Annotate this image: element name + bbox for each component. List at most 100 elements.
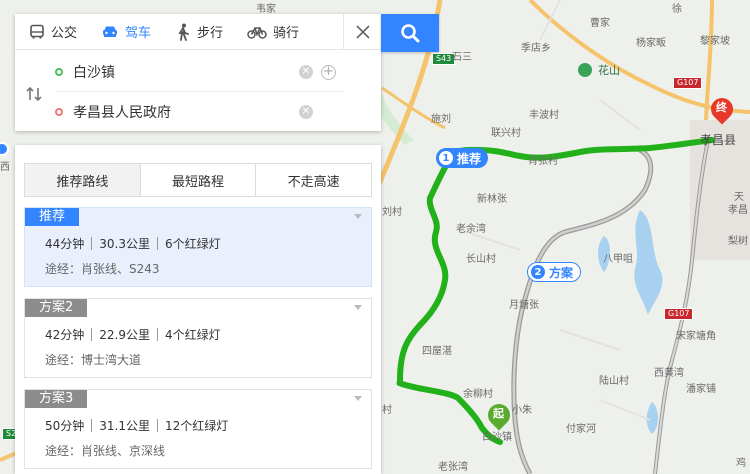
tab-bus[interactable]: 公交 <box>15 14 87 50</box>
bus-icon <box>30 24 44 38</box>
place-label: 刘村 <box>382 207 402 218</box>
plan-distance: 31.1公里 <box>99 419 151 433</box>
car-icon <box>103 26 118 37</box>
chevron-down-icon[interactable] <box>354 305 362 310</box>
place-label: 季店乡 <box>521 43 551 54</box>
place-label: 施刘 <box>431 114 451 125</box>
plan-traffic-lights: 4个红绿灯 <box>165 328 221 342</box>
end-marker-label: 终 <box>716 101 727 114</box>
end-input[interactable]: 孝昌县人民政府 <box>73 102 171 122</box>
start-input[interactable]: 白沙镇 <box>73 62 115 82</box>
place-label: 杨家畈 <box>636 38 666 49</box>
poi-label[interactable]: 花山 <box>598 65 620 77</box>
place-label: 梨树 <box>728 236 748 247</box>
plan-time: 42分钟 <box>45 328 85 342</box>
swap-icon <box>26 86 42 102</box>
plan-time: 50分钟 <box>45 419 85 433</box>
place-label: 潘家铺 <box>686 384 716 395</box>
park-icon[interactable] <box>578 63 592 77</box>
transport-mode-tabs: 公交 驾车 步行 骑行 <box>15 14 381 50</box>
tab-bike[interactable]: 骑行 <box>233 14 309 50</box>
place-label: 石三 <box>452 52 472 63</box>
plan-distance: 30.3公里 <box>99 237 151 251</box>
lake-water <box>634 210 663 315</box>
route-tag-number: 1 <box>439 151 453 165</box>
swap-button[interactable] <box>25 86 43 106</box>
highway-road <box>528 0 750 114</box>
tab-avoid-highway[interactable]: 不走高速 <box>256 164 371 196</box>
start-marker-label: 起 <box>493 407 504 420</box>
plan-badge: 方案3 <box>25 390 88 408</box>
route-tag-number: 2 <box>531 265 545 279</box>
plan-traffic-lights: 12个红绿灯 <box>165 419 229 433</box>
route-plan-card[interactable]: 方案2 42分钟 22.9公里 4个红绿灯 途经：博士湾大道 <box>24 298 372 378</box>
plan-traffic-lights: 6个红绿灯 <box>165 237 221 251</box>
place-label: 徐 <box>672 4 682 15</box>
clear-end-button[interactable]: ✕ <box>299 105 313 119</box>
route-plan-card[interactable]: 推荐 44分钟 30.3公里 6个红绿灯 途经：肖张线、S243 <box>24 207 372 287</box>
road-shield: G107 <box>664 308 694 320</box>
place-label: 天 <box>734 192 744 203</box>
route-results-panel: 推荐路线 最短路程 不走高速 推荐 44分钟 30.3公里 6个红绿灯 途经：肖… <box>15 145 381 474</box>
walk-icon <box>178 23 189 41</box>
road-shield: G107 <box>673 77 703 89</box>
place-label: 付家河 <box>566 424 596 435</box>
tab-label: 步行 <box>197 26 224 41</box>
place-label: 八甲咀 <box>603 254 633 265</box>
place-label: 宋家塘角 <box>676 331 716 342</box>
place-label: 曹家 <box>590 18 610 29</box>
route-tag-plan2[interactable]: 2 方案 <box>527 262 582 282</box>
route-tag-recommended[interactable]: 1 推荐 <box>436 148 489 168</box>
place-label: 白沙镇 <box>482 432 512 443</box>
place-label: 月塘张 <box>509 300 539 311</box>
plan-summary: 50分钟 31.1公里 12个红绿灯 <box>45 417 228 434</box>
clear-start-button[interactable]: ✕ <box>299 65 313 79</box>
place-label: 老张湾 <box>438 462 468 473</box>
close-button[interactable] <box>343 14 381 50</box>
place-label: 黎家坡 <box>700 36 730 47</box>
place-label: 鸡 <box>736 458 746 469</box>
chevron-down-icon[interactable] <box>354 214 362 219</box>
route-plan-card[interactable]: 方案3 50分钟 31.1公里 12个红绿灯 途经：肖张线、京深线 <box>24 389 372 469</box>
place-label: 老余湾 <box>456 224 486 235</box>
tab-walk[interactable]: 步行 <box>161 14 233 50</box>
place-label: 孝昌县 <box>700 133 737 147</box>
plan-via: 途经：肖张线、京深线 <box>45 444 166 458</box>
route-tag-label: 推荐 <box>457 151 482 166</box>
tab-recommended-route[interactable]: 推荐路线 <box>25 164 141 196</box>
plan-badge: 推荐 <box>25 208 80 226</box>
search-icon <box>401 24 420 43</box>
place-label: 肖张村 <box>528 156 558 167</box>
place-label: 西黄湾 <box>654 368 684 379</box>
place-label: 孝昌 <box>728 205 748 216</box>
place-label: 小朱 <box>512 405 532 416</box>
plan-via: 途经：肖张线、S243 <box>45 262 160 276</box>
place-label: 余柳村 <box>463 389 493 400</box>
tab-label: 驾车 <box>125 26 152 41</box>
plan-summary: 42分钟 22.9公里 4个红绿灯 <box>45 326 221 343</box>
place-label: 陆山村 <box>599 376 629 387</box>
place-label: 村 <box>382 405 392 416</box>
route-tag-label: 方案 <box>549 265 574 280</box>
bike-icon <box>247 26 267 39</box>
chevron-down-icon[interactable] <box>354 396 362 401</box>
pond-water <box>646 402 658 434</box>
place-label: 新林张 <box>477 194 507 205</box>
end-dot-icon <box>55 108 63 116</box>
plan-via: 途经：博士湾大道 <box>45 353 142 367</box>
place-label: 联兴村 <box>491 128 521 139</box>
search-button[interactable] <box>381 14 439 52</box>
tab-label: 骑行 <box>273 26 300 41</box>
place-label: 西 <box>0 162 10 173</box>
place-label: 长山村 <box>466 254 496 265</box>
plan-badge: 方案2 <box>25 299 88 317</box>
place-label: 四屋湛 <box>422 346 452 357</box>
highway-road <box>704 0 714 121</box>
plan-distance: 22.9公里 <box>99 328 151 342</box>
add-waypoint-button[interactable]: + <box>321 65 336 80</box>
strategy-tabs: 推荐路线 最短路程 不走高速 <box>24 163 372 197</box>
tab-shortest-route[interactable]: 最短路程 <box>141 164 257 196</box>
plan-time: 44分钟 <box>45 237 85 251</box>
tab-drive[interactable]: 驾车 <box>87 14 161 50</box>
close-icon <box>355 25 370 39</box>
